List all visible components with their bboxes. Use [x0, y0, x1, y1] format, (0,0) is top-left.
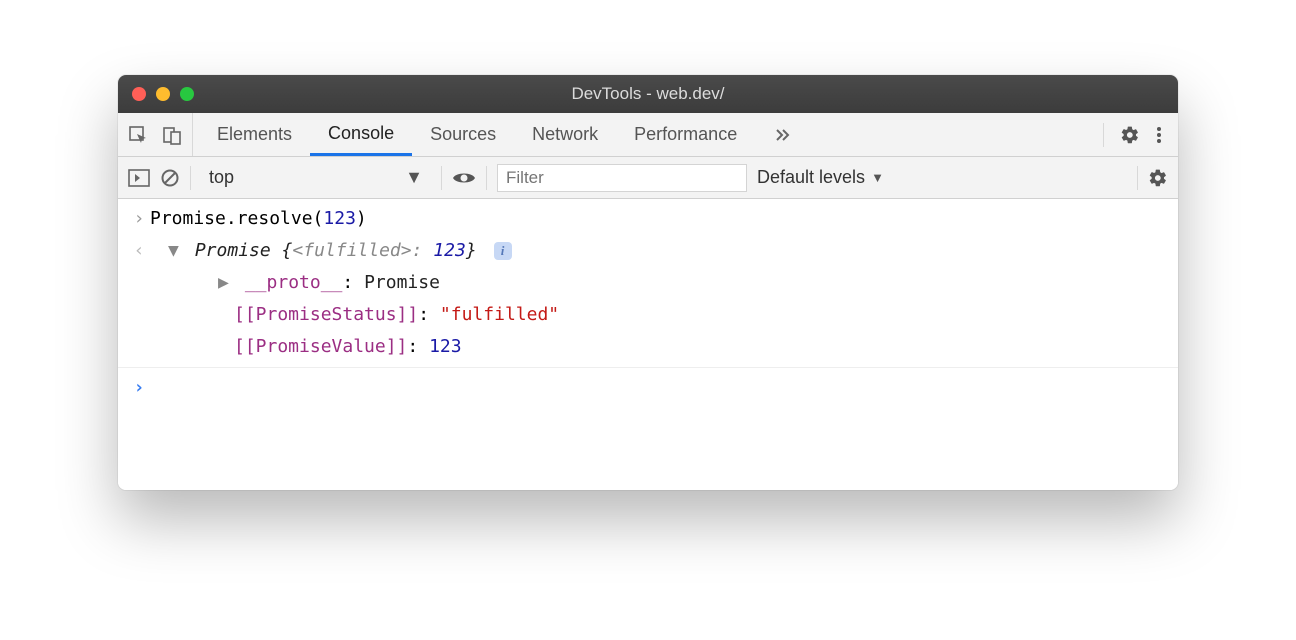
- chevron-double-right-icon: [773, 125, 793, 145]
- toggle-sidebar-icon[interactable]: [128, 169, 150, 187]
- divider: [118, 367, 1178, 368]
- console-result-row[interactable]: ‹ ▼ Promise {<fulfilled>: 123} i: [118, 235, 1178, 267]
- separator: :: [412, 240, 434, 261]
- input-chevron-icon: ›: [128, 205, 150, 233]
- device-toolbar-icon[interactable]: [162, 125, 182, 145]
- result-chevron-icon: ‹: [128, 237, 150, 265]
- internal-slot-key: [[PromiseValue]]: [234, 336, 407, 357]
- promise-state-label: <fulfilled>: [292, 240, 411, 261]
- tab-performance[interactable]: Performance: [616, 113, 755, 156]
- console-input-echo: › Promise.resolve(123): [118, 203, 1178, 235]
- caret-down-icon: ▼: [871, 170, 884, 185]
- internal-slot-value: "fulfilled": [440, 304, 559, 325]
- tab-console[interactable]: Console: [310, 113, 412, 156]
- promise-state-value: 123: [433, 240, 466, 261]
- disclosure-triangle-open-icon[interactable]: ▼: [168, 237, 182, 265]
- internal-slot-value: 123: [429, 336, 462, 357]
- main-tabbar: Elements Console Sources Network Perform…: [118, 113, 1178, 157]
- filter-input[interactable]: [497, 164, 747, 192]
- proto-row[interactable]: ▶ __proto__: Promise: [118, 267, 1178, 299]
- disclosure-triangle-closed-icon[interactable]: ▶: [218, 269, 232, 297]
- console-input[interactable]: [150, 374, 1168, 402]
- zoom-window-button[interactable]: [180, 87, 194, 101]
- console-settings-gear-icon[interactable]: [1148, 168, 1168, 188]
- tab-network[interactable]: Network: [514, 113, 616, 156]
- tab-elements[interactable]: Elements: [199, 113, 310, 156]
- inspect-element-icon[interactable]: [128, 125, 148, 145]
- brace: }: [466, 240, 477, 261]
- traffic-lights: [132, 87, 194, 101]
- caret-down-icon: ▼: [405, 167, 423, 188]
- settings-gear-icon[interactable]: [1120, 125, 1140, 145]
- clear-console-icon[interactable]: [160, 168, 180, 188]
- divider: [1137, 166, 1138, 190]
- devtools-window: DevTools - web.dev/ Elements Console Sou…: [118, 75, 1178, 490]
- info-badge-icon[interactable]: i: [494, 242, 512, 260]
- titlebar: DevTools - web.dev/: [118, 75, 1178, 113]
- proto-key: __proto__: [245, 272, 343, 293]
- internal-slot-key: [[PromiseStatus]]: [234, 304, 418, 325]
- proto-value: Promise: [364, 272, 440, 293]
- live-expression-eye-icon[interactable]: [452, 170, 476, 186]
- console-output: › Promise.resolve(123) ‹ ▼ Promise {<ful…: [118, 199, 1178, 490]
- console-toolbar: top ▼ Default levels ▼: [118, 157, 1178, 199]
- promise-value-row: [[PromiseValue]]: 123: [118, 331, 1178, 363]
- brace: {: [271, 240, 293, 261]
- prompt-chevron-icon: ›: [128, 374, 150, 402]
- divider: [190, 166, 191, 190]
- log-levels-select[interactable]: Default levels ▼: [757, 167, 884, 188]
- promise-status-row: [[PromiseStatus]]: "fulfilled": [118, 299, 1178, 331]
- minimize-window-button[interactable]: [156, 87, 170, 101]
- context-label: top: [209, 167, 234, 188]
- more-menu-icon[interactable]: [1156, 125, 1162, 145]
- object-class-name: Promise: [195, 240, 271, 261]
- console-prompt-row[interactable]: ›: [118, 372, 1178, 404]
- execution-context-select[interactable]: top ▼: [201, 163, 431, 193]
- divider: [441, 166, 442, 190]
- tab-sources[interactable]: Sources: [412, 113, 514, 156]
- levels-label: Default levels: [757, 167, 865, 188]
- divider: [486, 166, 487, 190]
- window-title: DevTools - web.dev/: [118, 84, 1178, 104]
- tab-overflow[interactable]: [755, 113, 811, 156]
- close-window-button[interactable]: [132, 87, 146, 101]
- divider: [1103, 123, 1104, 147]
- code-text: ): [356, 208, 367, 229]
- numeric-literal: 123: [323, 208, 356, 229]
- code-text: Promise.resolve(: [150, 208, 323, 229]
